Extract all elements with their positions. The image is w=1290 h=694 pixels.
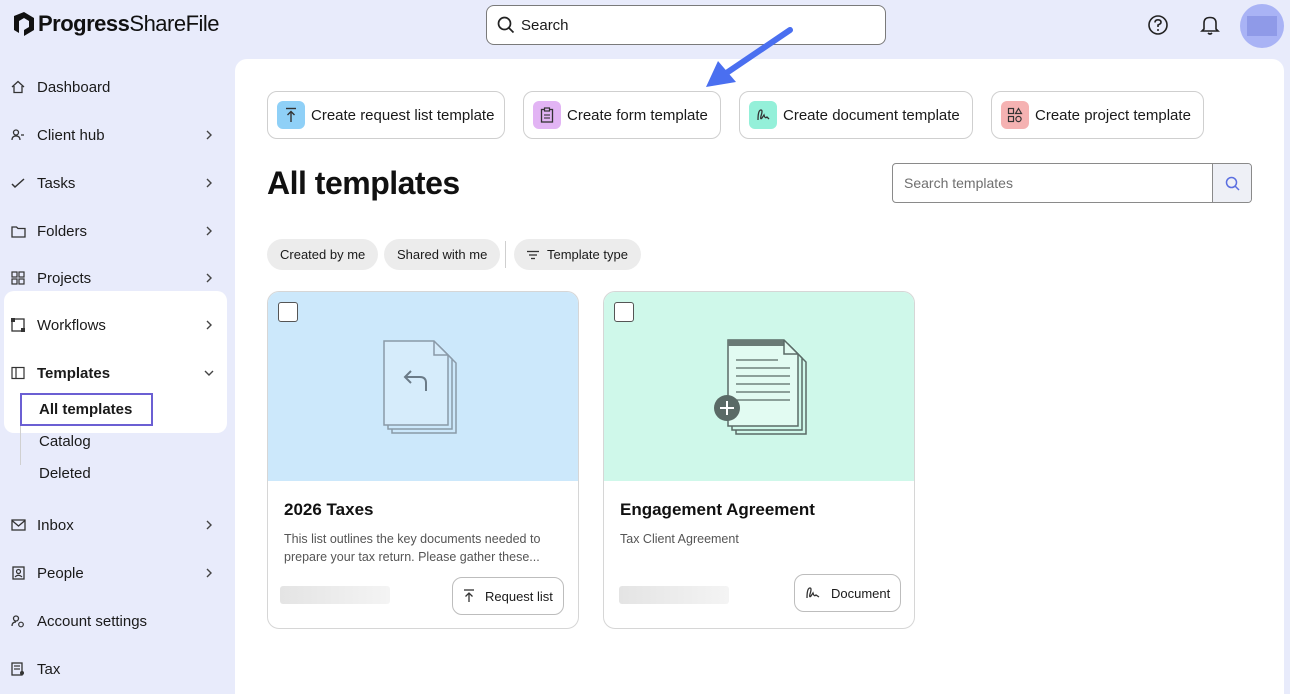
chevron-right-icon [206,568,212,578]
sidebar-item-label: Client hub [37,126,105,144]
clipboard-icon [533,101,561,129]
shapes-icon [1001,101,1029,129]
create-button-label: Create form template [567,106,708,124]
grid-icon [10,270,26,286]
template-search-button[interactable] [1212,164,1251,202]
card-checkbox[interactable] [278,302,298,322]
card-title: 2026 Taxes [284,500,374,519]
card-title: Engagement Agreement [620,500,815,519]
sidebar-item-label: Account settings [37,612,148,630]
sidebar-sub-catalog[interactable]: Catalog [39,433,91,450]
workflow-icon [10,317,26,333]
chevron-right-icon [206,520,212,530]
users-icon [10,127,26,143]
sidebar-item-dashboard[interactable]: Dashboard [10,72,226,102]
account-settings-icon [10,613,26,629]
check-icon [10,175,26,191]
template-search-input[interactable]: Search templates [893,164,1212,202]
chevron-right-icon [206,320,212,330]
card-description: This list outlines the key documents nee… [284,532,541,564]
sidebar-item-tax[interactable]: Tax [10,654,226,684]
user-avatar[interactable] [1240,4,1284,48]
create-document-template-button[interactable]: Create document template [739,91,973,139]
filter-shared-with-me[interactable]: Shared with me [384,239,501,270]
template-card[interactable]: Engagement Agreement Tax Client Agreemen… [603,291,915,629]
sidebar-item-tasks[interactable]: Tasks [10,168,226,198]
template-type-badge: Document [794,574,902,612]
create-request-list-template-button[interactable]: Create request list template [267,91,505,139]
create-button-label: Create document template [783,106,960,124]
upload-arrow-icon [464,589,474,602]
template-icon [10,365,26,381]
search-icon [1225,176,1240,191]
progress-logo-icon [14,12,34,36]
request-list-illustration-icon [383,340,457,434]
redacted-author [619,586,729,604]
annotation-arrow-icon [706,27,793,87]
global-search-input[interactable]: Search [486,5,886,45]
upload-arrow-icon [277,101,305,129]
document-illustration-icon [714,339,807,435]
filter-created-by-me[interactable]: Created by me [267,239,379,270]
template-type-badge: Request list [452,577,564,615]
sidebar-item-projects[interactable]: Projects [10,263,226,293]
home-icon [10,79,26,95]
sidebar-item-inbox[interactable]: Inbox [10,510,226,540]
filter-template-type[interactable]: Template type [514,239,641,270]
sidebar-item-account-settings[interactable]: Account settings [10,606,226,636]
sidebar-item-workflows[interactable]: Workflows [10,310,226,340]
bell-icon[interactable] [1199,14,1221,36]
sidebar-item-folders[interactable]: Folders [10,216,226,246]
contact-icon [10,565,26,581]
chevron-down-icon [204,370,214,376]
filter-icon [527,250,539,259]
card-checkbox[interactable] [614,302,634,322]
signature-icon [806,587,820,599]
sidebar-item-people[interactable]: People [10,558,226,588]
template-search: Search templates [892,163,1252,203]
create-form-template-button[interactable]: Create form template [523,91,721,139]
sidebar-item-label: Tax [37,660,61,678]
sidebar-item-client-hub[interactable]: Client hub [10,120,226,150]
sidebar-item-templates[interactable]: Templates [10,358,226,388]
main-panel: Create request list template Create form… [235,59,1284,694]
filter-separator [505,241,506,268]
filter-label: Template type [547,247,628,262]
create-button-label: Create request list template [311,106,495,124]
sidebar-sub-all-templates[interactable]: All templates [39,401,132,418]
chevron-right-icon [206,226,212,236]
chevron-right-icon [206,178,212,188]
chevron-right-icon [206,273,212,283]
tax-icon [10,661,26,677]
search-icon [497,16,515,34]
chevron-right-icon [206,130,212,140]
sidebar-item-label: Folders [37,222,88,240]
brand-logo[interactable]: ProgressShareFile [12,11,220,37]
help-circle-icon[interactable] [1147,14,1169,36]
sidebar-item-label: Dashboard [37,78,111,96]
sidebar-item-label: Tasks [37,174,76,192]
redacted-author [280,586,390,604]
page-title: All templates [267,165,460,201]
sidebar-item-label: Inbox [37,516,74,534]
template-card[interactable]: 2026 Taxes This list outlines the key do… [267,291,579,629]
sidebar-sub-deleted[interactable]: Deleted [39,465,91,482]
card-hero [268,292,578,481]
create-project-template-button[interactable]: Create project template [991,91,1204,139]
sidebar-item-label: People [37,564,84,582]
card-hero [604,292,914,481]
sidebar-item-label: Workflows [37,316,106,334]
mail-icon [10,517,26,533]
signature-icon [749,101,777,129]
create-button-label: Create project template [1035,106,1191,124]
badge-label: Request list [485,588,553,604]
brand-name: ProgressShareFile [38,11,220,36]
sidebar-item-label: Templates [37,364,111,382]
sidebar-item-label: Projects [37,269,92,287]
global-search-placeholder: Search [521,16,569,34]
badge-label: Document [831,585,891,601]
card-description: Tax Client Agreement [620,532,739,546]
folder-icon [10,223,26,239]
